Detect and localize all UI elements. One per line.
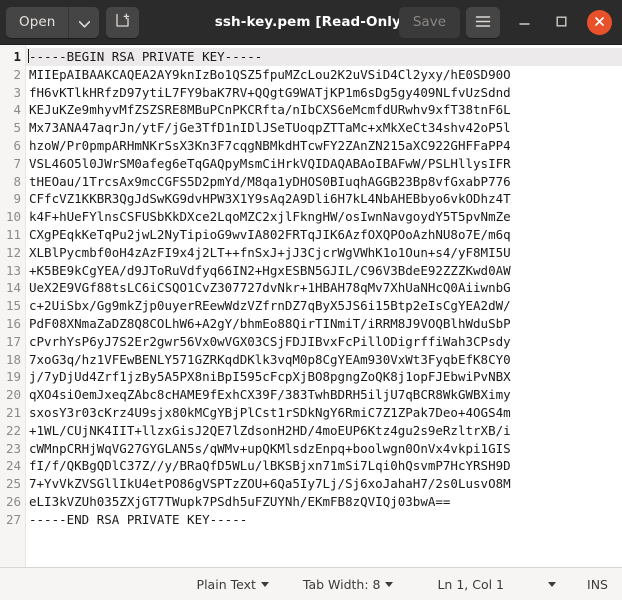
line-number: 1 — [13, 49, 21, 64]
code-text-area[interactable]: -----BEGIN RSA PRIVATE KEY----- MIIEpAIBA… — [26, 45, 622, 567]
code-line[interactable]: sxosY3r03cKrz4U9sjx80kMCgYBjPlCst1rSDkNg… — [29, 404, 622, 422]
code-line[interactable]: cPvrhYsP6yJ7S2Er2gwr56Vx0wVGX03CSjFDJIBv… — [29, 333, 622, 351]
maximize-icon — [555, 13, 568, 32]
cursor-position: Ln 1, Col 1 — [428, 574, 513, 595]
code-line[interactable]: MIIEpAIBAAKCAQEA2AY9knIzBo1QSZ5fpuMZcLou… — [29, 66, 622, 84]
line-number: 11 — [5, 226, 21, 242]
line-number: 5 — [13, 120, 21, 136]
save-button[interactable]: Save — [398, 6, 460, 38]
line-number: 26 — [5, 493, 21, 509]
line-number: 6 — [13, 137, 21, 153]
code-line[interactable]: VSL46O5l0JWrSM0afeg6eTqGAQpyMsmCiHrkVQID… — [29, 155, 622, 173]
code-line[interactable]: 7xoG3q/hz1VFEwBENLY571GZRKqdDKlk3vqM0p8C… — [29, 351, 622, 369]
code-line[interactable]: qXO4siOemJxeqZAbc8cHAME9fExhCX39F/383Twh… — [29, 386, 622, 404]
text-caret — [28, 49, 29, 63]
line-number: 17 — [5, 333, 21, 349]
save-button-label: Save — [412, 14, 446, 30]
cursor-position-label: Ln 1, Col 1 — [437, 576, 505, 592]
open-dropdown-button[interactable] — [69, 7, 99, 38]
text-editor-window: Open ssh-key.pem [Read-Only] Save 1 2 3 … — [0, 0, 622, 600]
new-tab-icon — [115, 13, 130, 32]
language-selector[interactable]: Plain Text — [188, 574, 278, 595]
code-line[interactable]: CFfcVZ1KKBR3QgJdSwKG9dvHPW3X1Y9sAq2A9Dli… — [29, 190, 622, 208]
line-number: 12 — [5, 244, 21, 260]
code-line[interactable]: fI/f/QKBgQDlC37Z//y/BRaQfD5WLu/lBKSBjxn7… — [29, 457, 622, 475]
code-line[interactable]: j/7yDjUd4Zrf1jzBy5A5PX8niBpI595cFcpXjBO8… — [29, 368, 622, 386]
minimize-icon — [518, 13, 531, 32]
line-number: 13 — [5, 262, 21, 278]
line-number: 20 — [5, 387, 21, 403]
insert-mode-indicator: INS — [587, 577, 608, 592]
open-button-label: Open — [19, 14, 56, 30]
line-number: 3 — [13, 84, 21, 100]
line-number: 22 — [5, 422, 21, 438]
code-line[interactable]: eLI3kVZUh035ZXjGT7TWupk7PSdh5uFZUYNh/EKm… — [29, 493, 622, 511]
header-right-controls: Save — [398, 6, 616, 38]
code-line[interactable]: 7+YvVkZVSGllIkU4etPO86gVSPTzZOU+6Qa5Iy7L… — [29, 475, 622, 493]
chevron-down-icon — [385, 581, 394, 587]
line-number: 14 — [5, 280, 21, 296]
code-line[interactable]: Mx73ANA47aqrJn/ytF/jGe3TfD1nIDlJSeTUoqpZ… — [29, 119, 622, 137]
chevron-down-icon — [78, 13, 91, 32]
line-number: 4 — [13, 102, 21, 118]
main-menu-button[interactable] — [466, 6, 500, 38]
code-line[interactable]: -----END RSA PRIVATE KEY----- — [29, 511, 622, 529]
minimize-button[interactable] — [511, 9, 537, 35]
code-line[interactable]: tHEOau/1TrcsAx9mcCGFS5D2pmYd/M8qa1yDHOS0… — [29, 173, 622, 191]
language-label: Plain Text — [196, 576, 256, 592]
code-line[interactable]: XLBlPycmbf0oH4zAzFI9x4j2LT++fnSxJ+jJ3Cjc… — [29, 244, 622, 262]
code-line[interactable]: -----BEGIN RSA PRIVATE KEY----- — [28, 48, 622, 66]
open-button[interactable]: Open — [6, 6, 70, 38]
close-button[interactable] — [587, 9, 612, 35]
code-line[interactable]: fH6vKTlkHRfzD97ytiL7FY9baK7RV+QQgtG9WATj… — [29, 84, 622, 102]
line-number: 25 — [5, 476, 21, 492]
line-number: 16 — [5, 315, 21, 331]
code-line[interactable]: hzoW/Pr0pmpARHmNKrSsX3Kn3F7cqgNBMkdHTcwF… — [29, 137, 622, 155]
code-line[interactable]: cWMnpCRHjWqVG27GYGLAN5s/qWMv+upQKMlsdzEn… — [29, 440, 622, 458]
chevron-down-icon — [260, 581, 269, 587]
line-number: 27 — [5, 511, 21, 527]
hamburger-menu-icon — [475, 13, 491, 32]
close-icon — [593, 13, 606, 32]
line-number: 9 — [13, 191, 21, 207]
code-line[interactable]: c+2UiSbx/Gg9mkZjp0uyerREewWdzVZfrnDZ7qBy… — [29, 297, 622, 315]
code-line[interactable]: k4F+hUeFYlnsCSFUSbKkDXce2LqoMZC2xjlFkngH… — [29, 208, 622, 226]
code-line[interactable]: +K5BE9kCgYEA/d9JToRuVdfyq66IN2+HgxESBN5G… — [29, 262, 622, 280]
line-number: 2 — [13, 66, 21, 82]
new-tab-button[interactable] — [106, 6, 140, 38]
tab-width-selector[interactable]: Tab Width: 8 — [294, 574, 403, 595]
maximize-button[interactable] — [548, 9, 574, 35]
header-bar: Open ssh-key.pem [Read-Only] Save — [0, 0, 622, 45]
editor-area[interactable]: 1 2 3 4 5 6 7 8 9 10 11 12 13 14 15 16 17 18 19 20 21 22 23 24 2… — [0, 45, 622, 567]
line-number-gutter: 1 2 3 4 5 6 7 8 9 10 11 12 13 14 15 16 17 18 19 20 21 22 23 24 2… — [0, 45, 26, 567]
chevron-down-icon — [548, 581, 557, 587]
line-number: 24 — [5, 458, 21, 474]
line-number: 8 — [13, 173, 21, 189]
tab-width-label: Tab Width: 8 — [302, 576, 381, 592]
position-dropdown-button[interactable] — [539, 579, 565, 590]
line-number: 21 — [5, 404, 21, 420]
line-number: 10 — [5, 209, 21, 225]
header-left-controls: Open — [6, 6, 140, 38]
code-line[interactable]: UeX2E9VGf88tsLC6iCSQO1CvZ307727dvNkr+1HB… — [29, 279, 622, 297]
insert-mode-label: INS — [587, 576, 608, 592]
window-title-text: ssh-key.pem [Read-Only] — [214, 14, 408, 30]
code-line[interactable]: +1WL/CUjNK4IIT+llzxGisJ2QE7lZdsonH2HD/4m… — [29, 422, 622, 440]
open-split-button[interactable]: Open — [6, 6, 100, 38]
code-line[interactable]: PdF08XNmaZaDZ8Q8COLhW6+A2gY/bhmEo88QirTI… — [29, 315, 622, 333]
line-number: 7 — [13, 155, 21, 171]
line-number: 15 — [5, 298, 21, 314]
line-number: 23 — [5, 440, 21, 456]
code-line[interactable]: CXgPEqkKeTqPu2jwL2NyTipioG9wvIA802FRTqJI… — [29, 226, 622, 244]
status-bar: Plain Text Tab Width: 8 Ln 1, Col 1 INS — [0, 567, 622, 600]
line-number: 18 — [5, 351, 21, 367]
line-number: 19 — [5, 369, 21, 385]
code-line[interactable]: KEJuKZe9mhyvMfZSZSRE8MBuPCnPKCRfta/nIbCX… — [29, 101, 622, 119]
